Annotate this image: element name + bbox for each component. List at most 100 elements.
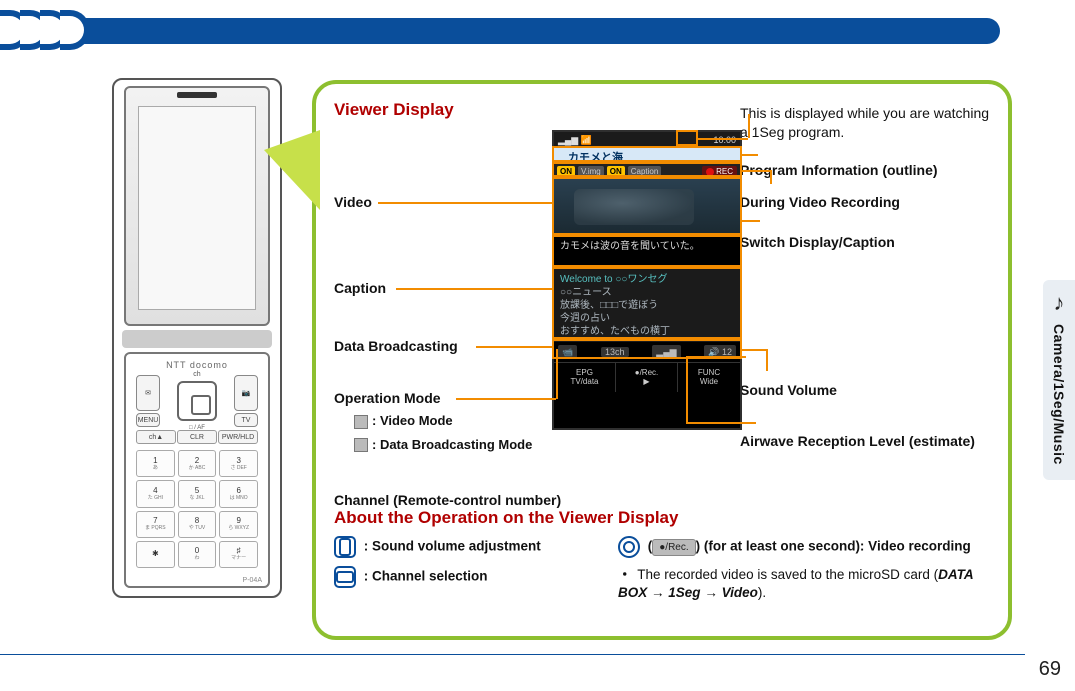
leader-line	[742, 349, 766, 351]
callout-wedge	[264, 130, 320, 210]
chip-on-vimg: ON	[557, 166, 575, 177]
decorative-arcs	[0, 10, 90, 50]
leader-line	[456, 398, 556, 400]
keypad-key: 7ま PQRS	[136, 511, 175, 538]
keypad: 1あ2か ABC3さ DEF 4た GHI5な JKL6は MNO 7ま PQRS8…	[136, 450, 258, 568]
about-rec-note: The recorded video is saved to the micro…	[618, 566, 990, 601]
page-top-bar	[0, 18, 1000, 44]
leader-line	[748, 114, 750, 138]
label-video: Video	[334, 194, 372, 210]
keypad-key: 3さ DEF	[219, 450, 258, 477]
center-key-icon	[618, 536, 640, 558]
video-area	[554, 179, 740, 237]
phone-brand: NTT docomo	[126, 360, 268, 370]
chip-vimg: V.img	[578, 166, 604, 177]
section-side-tab: ♪ Camera/1Seg/Music	[1043, 280, 1075, 480]
leader-line	[770, 170, 772, 184]
label-sound-volume: Sound Volume	[740, 382, 990, 398]
leader-line	[742, 170, 770, 172]
viewer-display-panel: Viewer Display Video Caption Data Broadc…	[312, 80, 1012, 640]
ch-up-key: ch▲	[136, 430, 176, 444]
data-broadcast-area: Welcome to ○○ワンセグ ○○ニュース 放課後、□□□で遊ぼう 今週の…	[554, 269, 740, 342]
about-heading: About the Operation on the Viewer Displa…	[334, 508, 990, 528]
antenna-icon: ▂▄▆ 📶	[558, 135, 592, 146]
dpad-ch-label: ch	[177, 371, 217, 378]
leader-line	[742, 220, 760, 222]
nav-horizontal-icon	[334, 566, 356, 588]
about-volume-adjust: : Sound volume adjustment	[364, 539, 541, 554]
bottom-status-bar: 📹 13ch ▂▄▆ 🔊 12	[554, 342, 740, 362]
label-switch-display: Switch Display/Caption	[740, 234, 990, 250]
leader-line	[742, 154, 758, 156]
keypad-key: ♯マナー	[219, 541, 258, 568]
dpad	[177, 381, 217, 421]
nav-vertical-icon	[334, 536, 356, 558]
keypad-key: 9ら WXYZ	[219, 511, 258, 538]
label-video-mode: : Video Mode	[372, 413, 453, 428]
keypad-key: 2か ABC	[178, 450, 217, 477]
keypad-key: 5な JKL	[178, 480, 217, 507]
program-title-bar: カモメと海	[554, 148, 740, 164]
mode-indicator-icon: 📹	[558, 345, 577, 359]
leader-line	[556, 349, 558, 399]
rec-indicator: REC	[702, 166, 737, 177]
label-caption: Caption	[334, 280, 386, 296]
label-during-recording: During Video Recording	[740, 194, 990, 210]
caption-area: カモメは波の音を聞いていた。	[554, 237, 740, 269]
keypad-key: 1あ	[136, 450, 175, 477]
menu-key: MENU	[136, 413, 160, 427]
leader-line	[698, 138, 748, 140]
label-channel: Channel (Remote-control number)	[334, 492, 561, 508]
leader-line	[686, 356, 688, 422]
video-mode-icon	[354, 415, 368, 429]
chip-on-caption: ON	[607, 166, 625, 177]
label-operation-mode-text: Operation Mode	[334, 390, 441, 406]
label-data-mode: : Data Broadcasting Mode	[372, 437, 532, 452]
keypad-key: 8や TUV	[178, 511, 217, 538]
leader-line	[396, 288, 552, 290]
leader-line	[378, 202, 552, 204]
keypad-key: 0わ	[178, 541, 217, 568]
clock: 10:00	[713, 135, 736, 145]
databc-welcome: Welcome to ○○ワンセグ	[560, 273, 734, 286]
music-note-icon: ♪	[1054, 290, 1065, 316]
databc-line: 放課後、□□□で遊ぼう	[560, 299, 734, 312]
label-program-info: Program Information (outline)	[740, 162, 990, 178]
softkey-row: EPGTV/data ●/Rec.▶ FUNCWide	[554, 362, 740, 392]
section-label: Camera/1Seg/Music	[1051, 324, 1067, 465]
page-footer-rule	[0, 654, 1025, 655]
about-channel-select: : Channel selection	[364, 569, 488, 584]
channel-indicator: 13ch	[601, 347, 629, 357]
databc-line: 今週の占い	[560, 312, 734, 325]
tv-key: TV	[234, 413, 258, 427]
viewer-screen-mock: ▂▄▆ 📶 10:00 カモメと海 ON V.img ON Caption RE…	[552, 130, 742, 430]
icon-bar: ON V.img ON Caption REC	[554, 164, 740, 179]
databc-line: おすすめ、たべもの横丁	[560, 325, 734, 338]
rec-button-chip: ●/Rec.	[652, 539, 695, 556]
clr-key: CLR	[177, 430, 217, 444]
softkey-wide: Wide	[700, 378, 718, 387]
camera-key: 📷	[234, 375, 258, 411]
keypad-key: ✱	[136, 541, 175, 568]
phone-model: P-04A	[243, 577, 262, 584]
mail-key: ✉	[136, 375, 160, 411]
leader-line	[686, 422, 756, 424]
label-watching-note: This is displayed while you are watching…	[740, 104, 990, 142]
keypad-key: 6は MNO	[219, 480, 258, 507]
data-mode-icon	[354, 438, 368, 452]
leader-line	[686, 356, 746, 358]
signal-indicator: ▂▄▆	[652, 345, 680, 359]
leader-line	[476, 346, 552, 348]
page-number: 69	[1039, 658, 1061, 681]
about-rec-line: (for at least one second): Video recordi…	[704, 539, 971, 554]
leader-line	[766, 349, 768, 371]
label-data-broadcasting: Data Broadcasting	[334, 338, 458, 354]
about-operation-section: About the Operation on the Viewer Displa…	[334, 508, 990, 609]
power-key: PWR/HLD	[218, 430, 258, 444]
chip-caption: Caption	[628, 166, 662, 177]
databc-line: ○○ニュース	[560, 286, 734, 299]
softkey-play-icon: ▶	[643, 378, 649, 387]
softkey-tvdata: TV/data	[570, 378, 598, 387]
label-airwave-level: Airwave Reception Level (estimate)	[740, 432, 990, 450]
keypad-key: 4た GHI	[136, 480, 175, 507]
